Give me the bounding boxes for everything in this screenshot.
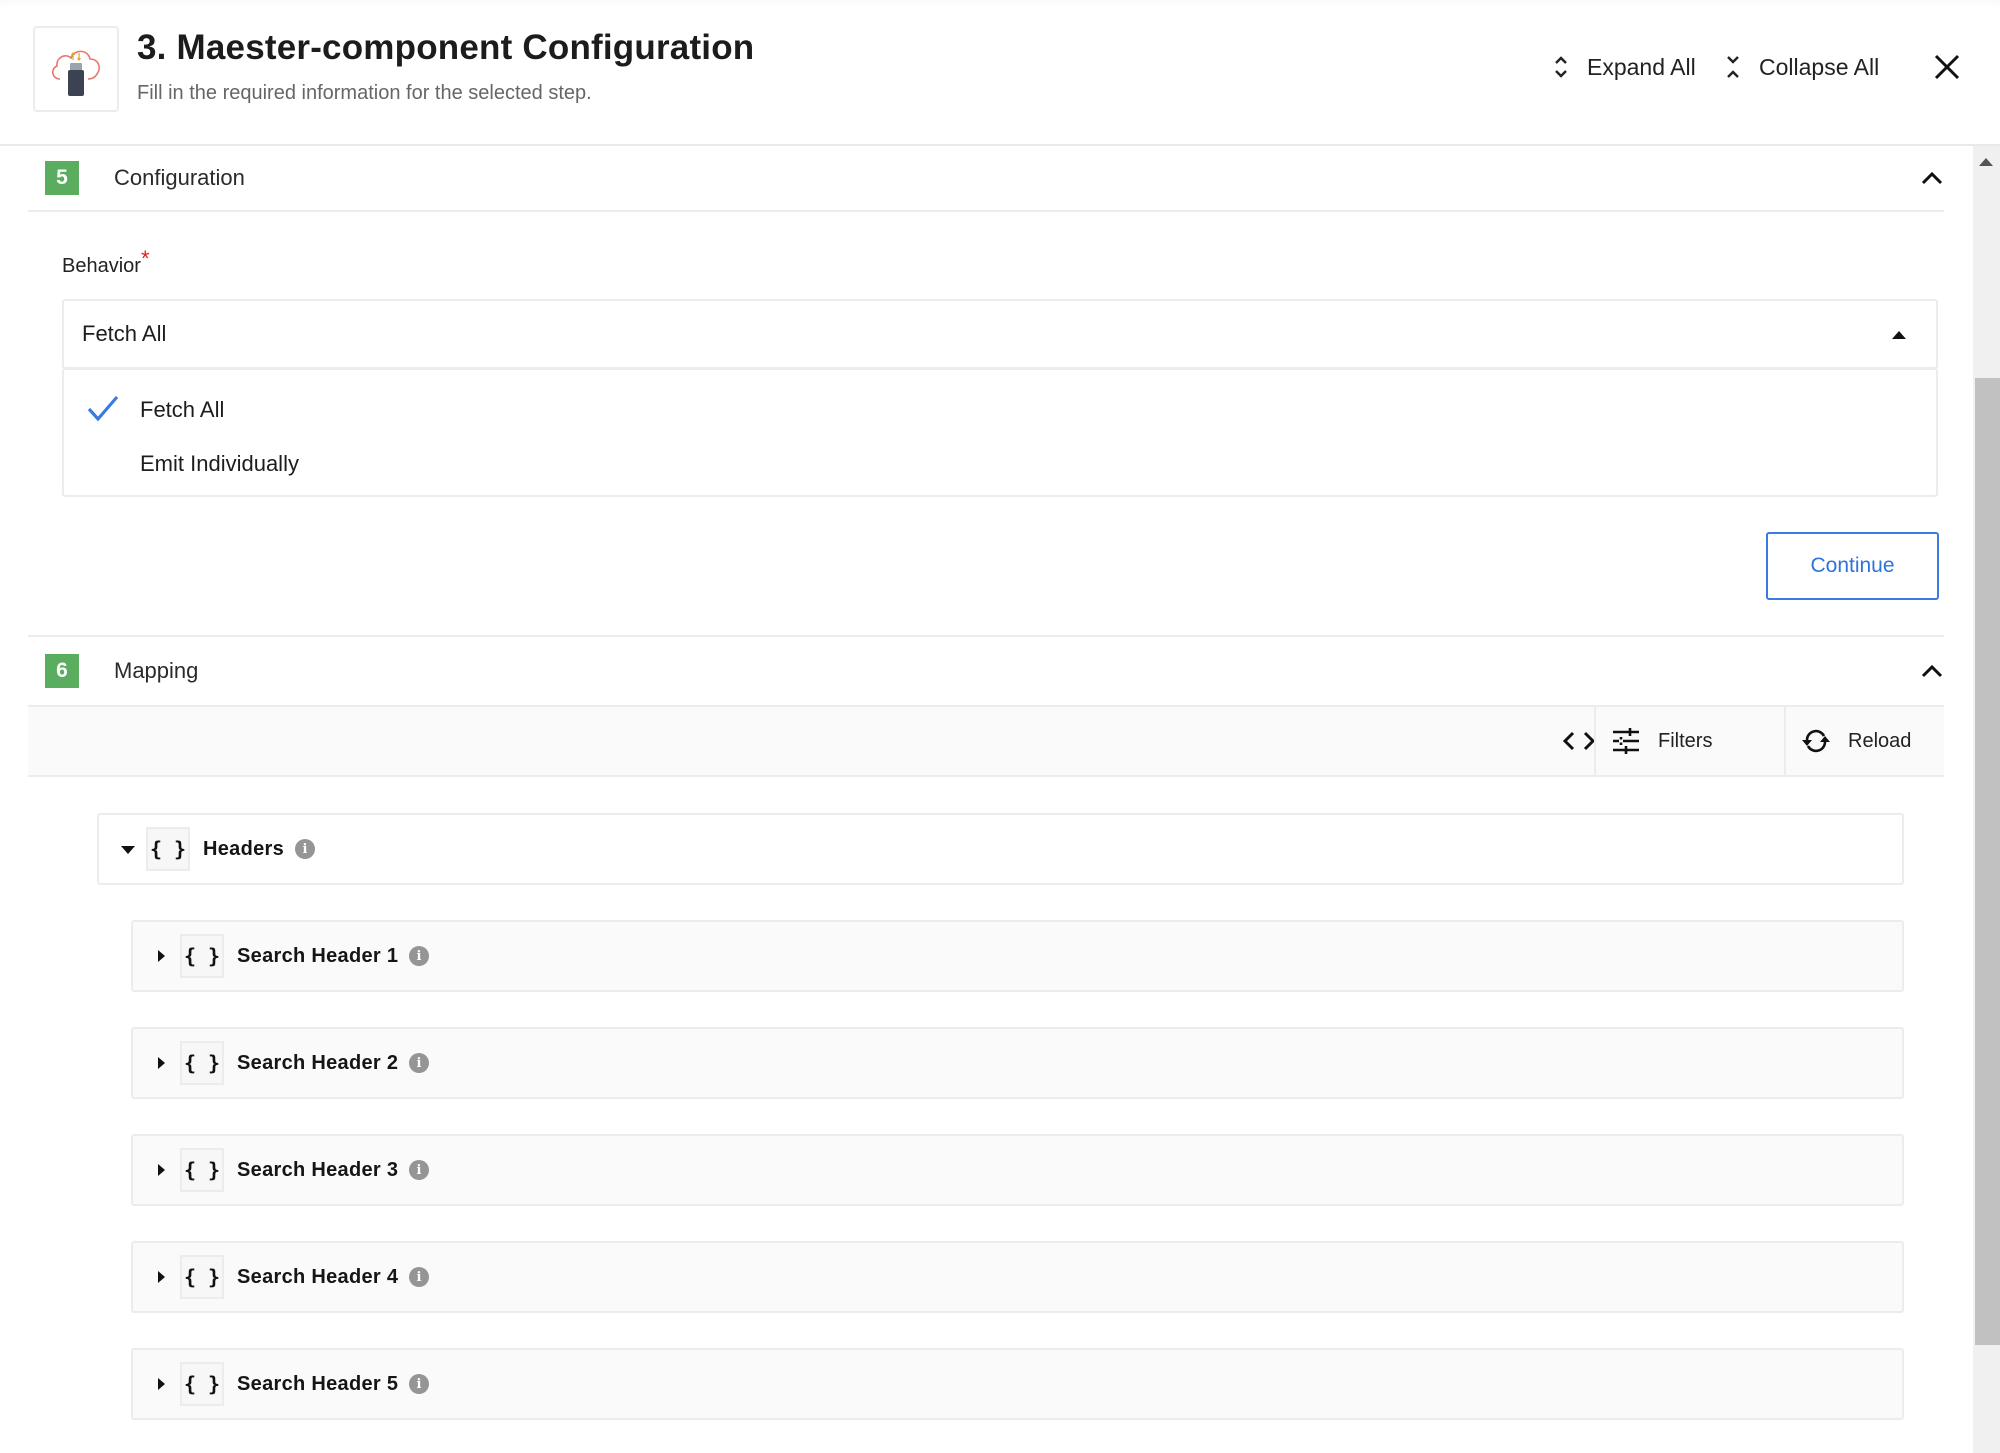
caret-right-icon[interactable] [158, 950, 165, 962]
chevron-up-icon[interactable] [1920, 170, 1944, 186]
section-configuration-header[interactable]: 5 Configuration [28, 146, 1944, 212]
tree-node-label: Headers [203, 838, 285, 860]
cloud-usb-icon [51, 50, 100, 96]
info-icon[interactable]: i [295, 839, 315, 859]
tree-node-search-header-2[interactable]: { } Search Header 2 i [131, 1027, 1904, 1099]
info-icon[interactable]: i [409, 1374, 429, 1394]
mapping-toolbar: Filters Reload [28, 707, 1944, 777]
object-type-icon: { } [180, 1362, 224, 1406]
filters-label: Filters [1658, 729, 1713, 752]
behavior-select[interactable]: Fetch All [62, 299, 1938, 369]
tree-node-label: Search Header 3 [237, 1159, 399, 1181]
filters-button[interactable]: Filters [1612, 707, 1712, 775]
vertical-scrollbar[interactable] [1973, 146, 2000, 1453]
object-type-icon: { } [146, 827, 190, 871]
collapse-all-button[interactable]: Collapse All [1725, 50, 1879, 84]
tree-node-search-header-5[interactable]: { } Search Header 5 i [131, 1348, 1904, 1420]
behavior-dropdown-list: Fetch All Emit Individually [62, 368, 1938, 497]
tree-node-headers[interactable]: { } Headers i [97, 813, 1904, 885]
toolbar-divider [1594, 707, 1596, 775]
close-icon [1934, 54, 1960, 80]
section-mapping-header[interactable]: 6 Mapping [28, 637, 1944, 707]
scrollbar-thumb[interactable] [1975, 378, 2000, 1345]
caret-down-icon[interactable] [121, 846, 135, 854]
caret-up-icon [1892, 331, 1906, 339]
chevron-up-icon[interactable] [1920, 663, 1944, 679]
page-subtitle: Fill in the required information for the… [137, 82, 592, 104]
caret-right-icon[interactable] [158, 1057, 165, 1069]
tree-node-search-header-3[interactable]: { } Search Header 3 i [131, 1134, 1904, 1206]
reload-icon [1802, 729, 1830, 753]
section-title: Mapping [114, 658, 199, 683]
page-title: 3. Maester-component Configuration [137, 28, 755, 67]
object-type-icon: { } [180, 934, 224, 978]
caret-right-icon[interactable] [158, 1378, 165, 1390]
caret-right-icon[interactable] [158, 1164, 165, 1176]
code-view-button[interactable] [1540, 707, 1618, 775]
close-button[interactable] [1932, 52, 1962, 82]
reload-button[interactable]: Reload [1800, 707, 1911, 775]
tree-node-label: Search Header 2 [237, 1052, 399, 1074]
object-type-icon: { } [180, 1041, 224, 1085]
required-asterisk: * [140, 246, 150, 271]
caret-right-icon[interactable] [158, 1271, 165, 1283]
component-logo [33, 26, 119, 112]
tree-node-search-header-4[interactable]: { } Search Header 4 i [131, 1241, 1904, 1313]
reload-label: Reload [1848, 729, 1912, 752]
expand-vertical-icon [1555, 56, 1567, 78]
dialog-header: 3. Maester-component Configuration Fill … [0, 0, 2000, 146]
code-brackets-icon [1562, 731, 1596, 751]
tree-node-search-header-1[interactable]: { } Search Header 1 i [131, 920, 1904, 992]
expand-all-label: Expand All [1587, 53, 1696, 80]
step-badge: 5 [45, 161, 79, 195]
dropdown-option-emit-individually[interactable]: Emit Individually [64, 438, 1936, 490]
tree-node-label: Search Header 4 [237, 1266, 399, 1288]
scroll-up-arrow-icon[interactable] [1979, 158, 1993, 166]
info-icon[interactable]: i [409, 1160, 429, 1180]
behavior-selected-value: Fetch All [82, 321, 167, 346]
dropdown-option-fetch-all[interactable]: Fetch All [64, 384, 1936, 436]
behavior-label: Behavior* [62, 246, 150, 278]
option-label: Fetch All [140, 397, 225, 422]
collapse-all-label: Collapse All [1759, 53, 1880, 80]
collapse-vertical-icon [1727, 56, 1739, 78]
filters-sliders-icon [1613, 728, 1639, 754]
behavior-label-text: Behavior [62, 255, 141, 277]
info-icon[interactable]: i [409, 1053, 429, 1073]
tree-node-label: Search Header 5 [237, 1373, 399, 1395]
checkmark-icon [87, 395, 119, 422]
tree-node-label: Search Header 1 [237, 945, 399, 967]
continue-button[interactable]: Continue [1766, 532, 1939, 600]
option-label: Emit Individually [140, 451, 299, 476]
step-badge: 6 [45, 654, 79, 688]
info-icon[interactable]: i [409, 1267, 429, 1287]
section-title: Configuration [114, 165, 245, 190]
info-icon[interactable]: i [409, 946, 429, 966]
object-type-icon: { } [180, 1148, 224, 1192]
toolbar-divider [1784, 707, 1786, 775]
expand-all-button[interactable]: Expand All [1553, 50, 1696, 84]
object-type-icon: { } [180, 1255, 224, 1299]
